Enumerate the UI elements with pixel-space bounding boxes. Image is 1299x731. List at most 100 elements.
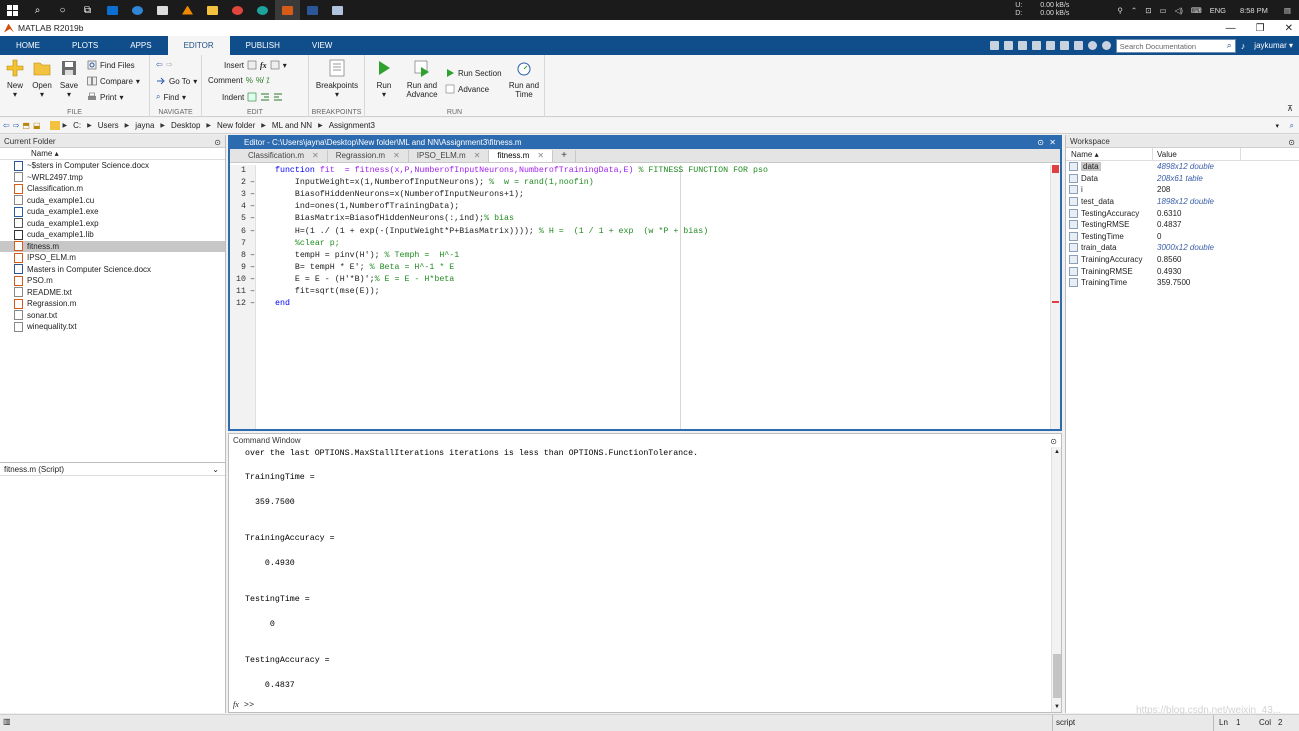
compare-button[interactable]: Compare ▾ [87,76,140,86]
column-header-name[interactable]: Name ▴ [0,148,225,160]
line-number[interactable]: 11 [232,287,246,296]
file-list-item[interactable]: ~WRL2497.tmp [0,172,225,184]
line-number[interactable]: 8 [232,251,246,260]
network-icon[interactable]: ⊡ [1145,6,1151,15]
file-list-item[interactable]: cuda_example1.cu [0,195,225,207]
workspace-variable-row[interactable]: Data 208x61 table [1066,173,1299,185]
cut-icon[interactable] [1003,41,1013,50]
chevron-down-icon[interactable]: ⌄ [212,463,219,476]
undo-icon[interactable] [1045,41,1055,50]
save-icon[interactable] [989,41,999,50]
search-icon[interactable]: ⌕ [25,0,50,20]
workspace-variable-row[interactable]: test_data 1898x12 double [1066,196,1299,208]
close-icon[interactable]: ✕ [312,151,319,161]
copy-icon[interactable] [1017,41,1027,50]
breakpoint-marker[interactable]: – [250,263,255,272]
editor-options-icon[interactable]: ⊙ [1037,137,1044,149]
battery-icon[interactable]: ▭ [1160,6,1167,15]
browser-icon[interactable] [250,0,275,20]
advance-button[interactable]: Advance [445,84,489,94]
search-documentation-input[interactable]: Search Documentation ⌕ [1115,38,1236,53]
mail-icon[interactable] [100,0,125,20]
code-editor[interactable]: 1 function fit = fitness(x,P,NumberofInpu… [230,165,1060,429]
increase-indent-icon[interactable] [260,92,270,102]
tab-ipso-elm[interactable]: IPSO_ELM.m ✕ [409,150,490,162]
breakpoint-marker[interactable]: – [250,251,255,260]
breakpoint-marker[interactable]: – [250,287,255,296]
notification-icon[interactable]: ▤ [1284,6,1291,15]
print-button[interactable]: Print ▾ [87,92,123,102]
up-folder-icon[interactable]: ⬒ [22,121,30,130]
breakpoint-marker[interactable]: – [250,275,255,284]
minimize-button[interactable]: — [1226,23,1236,34]
panel-options-icon[interactable]: ⊙ [214,136,221,149]
decrease-indent-icon[interactable] [273,92,283,102]
crumb-assignment3[interactable]: Assignment3 [329,121,375,130]
code-line[interactable]: 2– InputWeight=x(1,NumberofInputNeurons)… [230,178,1050,190]
column-header-value[interactable]: Value [1153,148,1241,160]
tab-apps[interactable]: APPS [114,36,167,55]
tab-home[interactable]: HOME [0,36,56,55]
back-forward-buttons[interactable]: ⇦ ⇨ [156,60,172,69]
tab-plots[interactable]: PLOTS [56,36,114,55]
workspace-variable-row[interactable]: TrainingRMSE 0.4930 [1066,265,1299,277]
file-explorer-icon[interactable] [200,0,225,20]
store-icon[interactable] [150,0,175,20]
run-time-button[interactable]: Run and Time [507,59,541,99]
file-list-item[interactable]: README.txt [0,287,225,299]
file-list-item[interactable]: cuda_example1.lib [0,229,225,241]
file-list-item[interactable]: cuda_example1.exp [0,218,225,230]
smart-indent-icon[interactable] [247,92,257,102]
line-number[interactable]: 4 [232,202,246,211]
workspace-variable-row[interactable]: TrainingTime 359.7500 [1066,277,1299,289]
line-number[interactable]: 6 [232,227,246,236]
workspace-variable-row[interactable]: TestingAccuracy 0.6310 [1066,207,1299,219]
tab-fitness[interactable]: fitness.m ✕ [489,150,554,162]
line-number[interactable]: 9 [232,263,246,272]
breakpoint-marker[interactable]: – [250,299,255,308]
scroll-up-icon[interactable]: ▲ [1054,449,1060,455]
details-panel[interactable]: fitness.m (Script) ⌄ [0,462,225,476]
windows-start-icon[interactable] [0,0,25,20]
task-view-icon[interactable]: ⧉ [75,0,100,20]
chevron-up-icon[interactable]: ⌃ [1131,6,1137,15]
line-number[interactable]: 7 [232,239,246,248]
warning-marker[interactable] [1052,301,1059,303]
editor-close-icon[interactable]: ✕ [1049,137,1056,149]
breakpoints-button[interactable]: Breakpoints ▾ [315,59,359,99]
goto-button[interactable]: Go To ▾ [156,76,197,86]
scrollbar-thumb[interactable] [1053,654,1061,698]
code-line[interactable]: 8– tempH = pinv(H'); % Temph = H^-1 [230,251,1050,263]
fx-icon[interactable]: fx [260,61,267,70]
code-line[interactable]: 4– ind=ones(1,NumberofTrainingData); [230,202,1050,214]
code-line[interactable]: 1 function fit = fitness(x,P,NumberofInpu… [230,166,1050,178]
run-section-button[interactable]: Run Section [445,68,502,78]
save-button[interactable]: Save ▾ [56,59,82,99]
browse-folder-icon[interactable]: ⬓ [33,121,41,130]
tab-regrassion[interactable]: Regrassion.m ✕ [328,150,409,162]
file-list-item[interactable]: ~$sters in Computer Science.docx [0,160,225,172]
file-list-item[interactable]: PSO.m [0,275,225,287]
close-button[interactable]: ✕ [1285,23,1293,34]
crumb-drive[interactable]: C: [73,121,81,130]
code-line[interactable]: 12– end [230,299,1050,311]
command-scrollbar[interactable]: ▲ ▼ [1051,447,1061,712]
line-number[interactable]: 5 [232,214,246,223]
line-number[interactable]: 2 [232,178,246,187]
workspace-variable-row[interactable]: TrainingAccuracy 0.8560 [1066,254,1299,266]
code-line[interactable]: 9– B= tempH * E'; % Beta = H^-1 * E [230,263,1050,275]
collapse-ribbon-icon[interactable]: ⊼ [1287,104,1293,113]
user-menu[interactable]: jaykumar ▾ [1254,41,1293,50]
tab-publish[interactable]: PUBLISH [230,36,296,55]
chrome-icon[interactable] [225,0,250,20]
code-line[interactable]: 5– BiasMatrix=BiasofHiddenNeurons(:,ind)… [230,214,1050,226]
file-list-item[interactable]: IPSO_ELM.m [0,252,225,264]
insert-button[interactable]: Insert fx ▾ [224,60,287,70]
code-line[interactable]: 3– BiasofHiddenNeurons=x(NumberofInputNe… [230,190,1050,202]
crumb-new-folder[interactable]: New folder [217,121,255,130]
close-icon[interactable]: ✕ [393,151,400,161]
file-list-item[interactable]: cuda_example1.exe [0,206,225,218]
options-icon[interactable] [1101,41,1111,50]
line-number[interactable]: 1 [232,166,246,175]
workspace-variable-row[interactable]: TestingTime 0 [1066,231,1299,243]
